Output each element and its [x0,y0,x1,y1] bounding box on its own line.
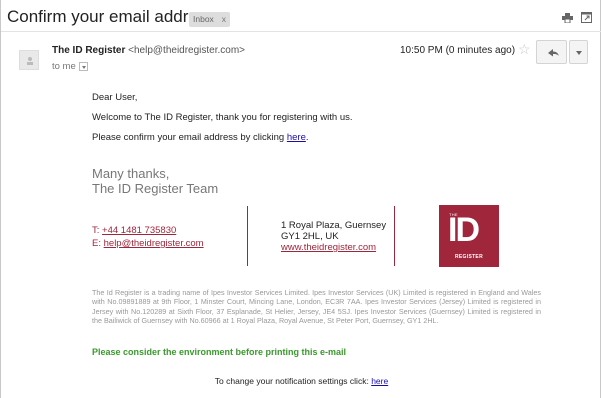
logo-bottom-text: REGISTER [455,254,483,260]
email-line: E: help@theidregister.com [92,238,204,249]
subject-bar: Confirm your email address Inbox x [1,0,601,32]
remove-label-button[interactable]: x [222,14,226,24]
new-window-icon[interactable] [581,12,592,23]
logo-main-text: ID [448,211,480,249]
confirm-prefix: Please confirm your email address by cli… [92,132,285,143]
welcome-text: Welcome to The ID Register, thank you fo… [92,112,353,123]
phone-line: T: +44 1481 735830 [92,225,176,236]
sender-avatar [19,50,39,70]
phone-link[interactable]: +44 1481 735830 [102,225,176,236]
inbox-label-tag[interactable]: Inbox x [189,12,231,27]
sender-email: <help@theidregister.com> [128,45,246,56]
confirm-text: Please confirm your email address by cli… [92,132,309,143]
print-icon[interactable] [562,13,573,23]
legal-disclaimer: The Id Register is a trading name of Ipe… [92,288,541,326]
notification-settings-line: To change your notification settings cli… [1,376,601,386]
sign-off: Many thanks, The ID Register Team [92,166,218,196]
confirm-suffix: . [305,132,309,143]
signature-divider [394,206,395,266]
email-link[interactable]: help@theidregister.com [104,238,204,249]
signature-address: 1 Royal Plaza, Guernsey GY1 2HL, UK www.… [281,220,386,253]
recipient-line: to me [52,61,88,72]
website-link[interactable]: www.theidregister.com [281,242,386,253]
company-logo: THE ID REGISTER [439,205,499,267]
email-label: E: [92,238,101,249]
reply-button[interactable] [536,40,567,64]
confirm-link[interactable]: here [287,132,306,143]
show-details-dropdown[interactable] [78,61,88,71]
greeting: Dear User, [92,92,138,103]
reply-arrow-icon [548,49,559,57]
notification-settings-link[interactable]: here [371,376,388,386]
star-icon[interactable]: ☆ [518,41,531,58]
more-actions-button[interactable] [569,40,588,64]
notify-prefix: To change your notification settings cli… [214,376,369,386]
address-line1: 1 Royal Plaza, Guernsey [281,220,387,231]
sender-name[interactable]: The ID Register [52,45,125,56]
person-icon [27,57,33,65]
inbox-label-text: Inbox [193,14,214,24]
sign-off-line2: The ID Register Team [92,181,219,196]
sender-line: The ID Register <help@theidregister.com> [52,45,245,56]
message-time: 10:50 PM (0 minutes ago) [400,45,516,56]
email-view: Confirm your email address Inbox x The ID… [0,0,601,398]
recipient-text: to me [52,61,76,72]
environment-note: Please consider the environment before p… [92,347,347,357]
email-subject: Confirm your email address [7,7,215,26]
phone-label: T: [92,225,100,236]
sign-off-line1: Many thanks, [92,166,170,181]
address-line2: GY1 2HL, UK [281,231,339,242]
signature-divider [247,206,248,266]
